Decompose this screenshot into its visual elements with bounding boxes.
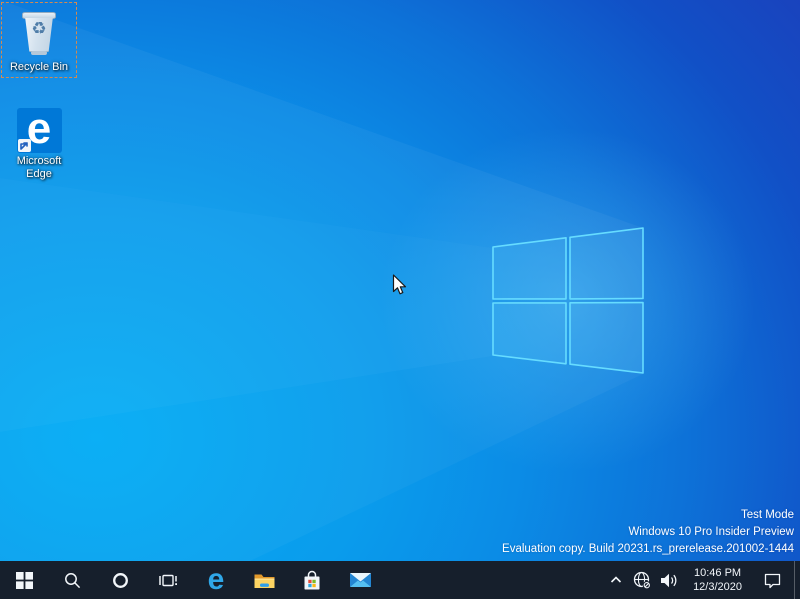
desktop[interactable]: ♻ Recycle Bin e Microsoft Edge Test Mode… <box>0 0 800 561</box>
recycle-bin-base <box>31 51 47 55</box>
cortana-button[interactable] <box>96 561 144 599</box>
mail-button[interactable] <box>336 561 384 599</box>
task-view-button[interactable] <box>144 561 192 599</box>
shortcut-arrow-icon <box>18 139 31 152</box>
recycle-bin-rim <box>22 12 56 19</box>
start-button[interactable] <box>0 561 48 599</box>
search-icon <box>64 572 81 589</box>
task-view-icon <box>158 572 178 589</box>
edge-icon: e <box>17 108 62 153</box>
clock-time: 10:46 PM <box>694 566 741 580</box>
store-bag-icon <box>301 570 323 591</box>
watermark-edition: Windows 10 Pro Insider Preview <box>502 524 794 541</box>
microsoft-store-button[interactable] <box>288 561 336 599</box>
desktop-icon-recycle-bin[interactable]: ♻ Recycle Bin <box>1 2 77 78</box>
action-center-button[interactable] <box>751 561 794 599</box>
mouse-arrow-cursor <box>392 274 407 296</box>
file-explorer-button[interactable] <box>240 561 288 599</box>
action-center-icon <box>763 572 782 589</box>
desktop-icon-microsoft-edge[interactable]: e Microsoft Edge <box>1 104 77 181</box>
chevron-up-icon <box>608 572 624 588</box>
evaluation-watermark: Test Mode Windows 10 Pro Insider Preview… <box>502 507 794 558</box>
wallpaper-light-beams <box>0 0 800 561</box>
taskbar: e <box>0 561 800 599</box>
folder-icon <box>253 570 276 590</box>
network-button[interactable] <box>628 561 656 599</box>
windows-logo-icon <box>16 572 33 589</box>
taskbar-empty-area <box>384 561 604 599</box>
edge-taskbar-button[interactable]: e <box>192 561 240 599</box>
taskbar-clock[interactable]: 10:46 PM 12/3/2020 <box>684 561 751 599</box>
edge-e-icon: e <box>208 565 225 595</box>
clock-date: 12/3/2020 <box>693 580 742 594</box>
globe-no-internet-icon <box>632 570 652 590</box>
mail-envelope-icon <box>349 571 372 589</box>
cortana-circle-icon <box>112 572 129 589</box>
recycle-bin-icon: ♻ <box>15 7 63 59</box>
windows-logo-wallpaper <box>486 220 650 380</box>
watermark-test-mode: Test Mode <box>502 507 794 524</box>
hidden-icons-button[interactable] <box>604 561 628 599</box>
speaker-icon <box>660 572 680 589</box>
search-button[interactable] <box>48 561 96 599</box>
edge-label-line1: Microsoft <box>17 155 62 168</box>
volume-button[interactable] <box>656 561 684 599</box>
show-desktop-strip[interactable] <box>794 561 800 599</box>
recycle-symbol-icon: ♻ <box>15 19 63 39</box>
watermark-build: Evaluation copy. Build 20231.rs_prerelea… <box>502 541 794 558</box>
system-tray: 10:46 PM 12/3/2020 <box>604 561 800 599</box>
recycle-bin-label: Recycle Bin <box>10 61 68 74</box>
edge-label-line2: Edge <box>26 168 52 181</box>
